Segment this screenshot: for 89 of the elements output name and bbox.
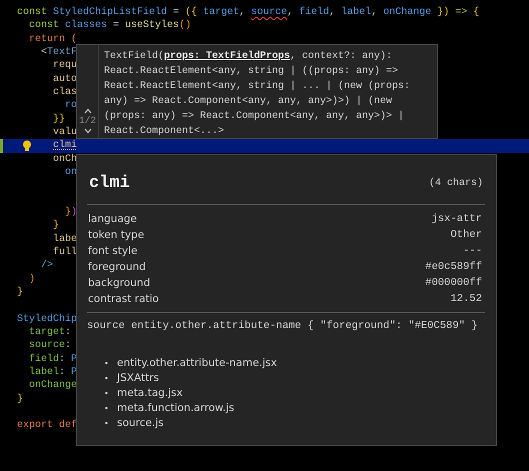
code-token: :: [65, 326, 72, 340]
scope-item: meta.tag.jsx: [117, 386, 183, 401]
bullet: •: [104, 418, 110, 430]
property-value: #e0c589ff: [425, 260, 482, 275]
chevron-up-icon[interactable]: [84, 108, 92, 114]
code-token: clas: [53, 86, 78, 100]
code-token: (: [71, 32, 78, 46]
code-token: (): [179, 19, 192, 33]
code-token: field: [29, 352, 60, 366]
code-token: ,: [329, 6, 336, 20]
signature-text: React.ReactElement<any, string | ... | (new (props:: [104, 80, 410, 94]
code-token: ,: [371, 6, 378, 20]
code-token: source: [29, 339, 66, 353]
signature-text: (props: any) => React.Component<any, any, any>)> |: [104, 110, 406, 124]
token-name: clmi: [89, 172, 130, 195]
code-token: =>: [454, 6, 468, 20]
code-token: :: [65, 339, 72, 353]
code-token: =: [112, 19, 120, 33]
scope-item: JSXAttrs: [117, 370, 159, 386]
code-token: {: [473, 6, 480, 20]
token-length: (4 chars): [428, 176, 483, 191]
signature-counter: 1/2: [78, 114, 96, 128]
code-token: full: [53, 246, 78, 260]
code-token: TextF: [47, 46, 78, 60]
bullet: •: [104, 388, 110, 400]
code-token: }: [65, 206, 72, 220]
code-token: <: [41, 46, 48, 60]
code-token: }: [17, 286, 24, 300]
code-token: StyledChip: [17, 312, 78, 326]
code-token: useStyles: [125, 19, 180, 33]
code-token: auto: [53, 72, 78, 86]
code-token: on: [65, 166, 78, 180]
code-token: :: [59, 352, 66, 366]
code-token: export def: [17, 419, 78, 432]
chevron-down-icon[interactable]: [84, 128, 92, 134]
theme-rule-text: source entity.other.attribute-name { "foreground": "#E0C589" }: [87, 319, 479, 334]
code-token: onChange: [29, 379, 78, 393]
code-token: ): [29, 272, 36, 286]
property-label: language: [88, 212, 137, 227]
bullet: •: [104, 372, 110, 385]
code-token: ,: [287, 6, 294, 20]
code-token: />: [41, 259, 54, 273]
property-label: background: [88, 276, 150, 291]
property-value: #000000ff: [425, 276, 482, 291]
code-token: onChange: [383, 6, 432, 20]
property-label: foreground: [88, 260, 146, 275]
property-label: contrast ratio: [88, 292, 159, 307]
code-token: }: [17, 392, 24, 406]
code-token: field: [299, 6, 330, 20]
scope-item: meta.function.arrow.js: [117, 400, 234, 416]
signature-text: any) => React.Component<any, any, any>)>) | (new: [104, 94, 394, 109]
property-value: jsx-attr: [432, 212, 482, 227]
code-token: }}: [53, 112, 66, 126]
code-token: clmi: [53, 139, 78, 153]
property-value: ---: [463, 244, 482, 259]
code-token: ): [71, 206, 78, 220]
code-token: StyledChipListField: [53, 6, 168, 20]
code-token: const: [29, 19, 60, 33]
property-value: Other: [450, 228, 482, 243]
property-label: token type: [88, 228, 144, 243]
code-token: target: [203, 6, 240, 20]
code-token: label: [29, 366, 60, 380]
code-token: labe: [53, 232, 78, 246]
property-label: font style: [88, 244, 138, 259]
lightbulb-icon[interactable]: [22, 140, 32, 152]
code-token: const: [17, 6, 48, 20]
code-token: onCh: [53, 152, 78, 166]
code-token: source: [251, 6, 288, 20]
signature-text: React.ReactElement<any, string | ((props: any) =>: [104, 64, 400, 79]
signature-text: TextField(props: TextFieldProps, context?: any):: [104, 50, 394, 64]
scope-item: entity.other.attribute-name.jsx: [117, 356, 277, 371]
code-token: :: [59, 366, 66, 380]
code-token: target: [29, 326, 66, 340]
bullet: •: [104, 402, 110, 415]
code-token: }): [436, 6, 450, 20]
code-token: classes: [65, 19, 108, 33]
code-token: label: [341, 6, 372, 20]
code-token: }: [53, 219, 60, 233]
signature-text: React.Component<...>: [104, 125, 226, 139]
bullet: •: [104, 358, 110, 370]
code-token: valu: [53, 126, 78, 140]
scope-item: source.js: [117, 416, 164, 431]
code-token: ,: [239, 6, 246, 20]
code-token: requ: [53, 59, 78, 73]
code-token: ({: [185, 6, 198, 20]
property-value: 12.52: [450, 292, 482, 307]
code-token: =: [172, 6, 180, 20]
code-token: return: [29, 32, 66, 46]
code-token: ro: [65, 99, 78, 113]
